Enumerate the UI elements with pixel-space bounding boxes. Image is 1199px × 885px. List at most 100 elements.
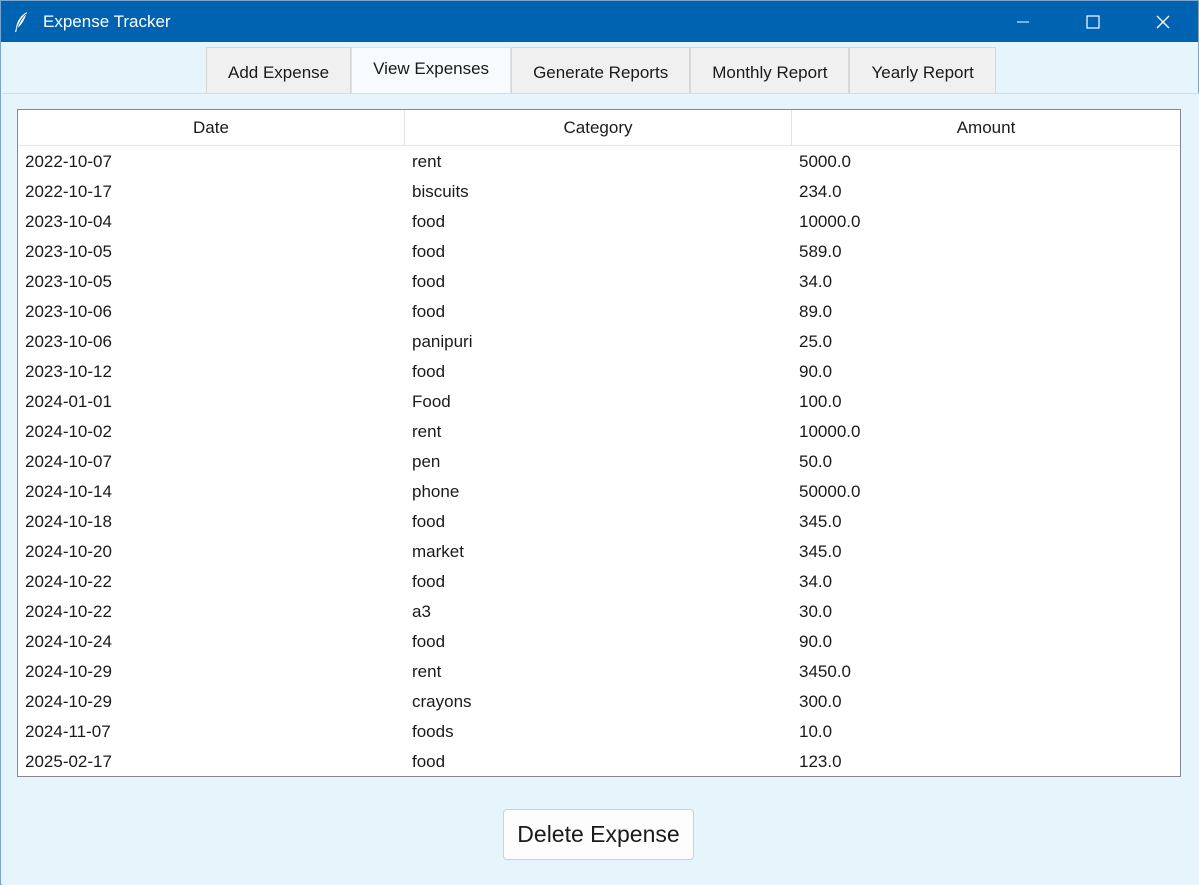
cell-category: market — [412, 542, 464, 561]
cell-amount: 589.0 — [799, 242, 842, 261]
window-title: Expense Tracker — [43, 11, 171, 31]
cell-date: 2024-10-24 — [25, 632, 112, 651]
cell-date: 2023-10-06 — [25, 332, 112, 351]
cell-amount: 100.0 — [799, 392, 842, 411]
table-body: 2022-10-07 rent 5000.0 2022-10-17 biscuits 23… — [18, 146, 1180, 776]
table-row[interactable]: 2022-10-17 biscuits 234.0 — [18, 177, 1180, 207]
cell-date: 2024-10-29 — [25, 692, 112, 711]
cell-date: 2024-10-18 — [25, 512, 112, 531]
table-row[interactable]: 2023-10-12 food 90.0 — [18, 357, 1180, 387]
cell-category: food — [412, 572, 446, 591]
cell-date: 2023-10-12 — [25, 362, 112, 381]
cell-amount: 234.0 — [799, 182, 842, 201]
table-row[interactable]: 2022-10-07 rent 5000.0 — [18, 147, 1180, 177]
cell-amount: 300.0 — [799, 692, 842, 711]
cell-category: rent — [412, 422, 442, 441]
cell-amount: 10000.0 — [799, 212, 861, 231]
table-row[interactable]: 2023-10-05 food 34.0 — [18, 267, 1180, 297]
cell-category: food — [412, 632, 446, 651]
column-header-category[interactable]: Category — [405, 110, 792, 146]
cell-date: 2025-02-17 — [25, 752, 112, 771]
cell-category: a3 — [412, 602, 431, 621]
cell-category: food — [412, 302, 446, 321]
minimize-button[interactable] — [988, 1, 1058, 42]
table-row[interactable]: 2024-10-18 food 345.0 — [18, 507, 1180, 537]
tab-monthly-report[interactable]: Monthly Report — [690, 47, 850, 93]
cell-category: crayons — [412, 692, 472, 711]
cell-amount: 90.0 — [799, 362, 833, 381]
table-row[interactable]: 2023-10-06 panipuri 25.0 — [18, 327, 1180, 357]
table-row[interactable]: 2024-01-01 Food 100.0 — [18, 387, 1180, 417]
cell-date: 2023-10-04 — [25, 212, 112, 231]
cell-amount: 123.0 — [799, 752, 842, 771]
table-row[interactable]: 2024-10-20 market 345.0 — [18, 537, 1180, 567]
table-row[interactable]: 2024-10-29 crayons 300.0 — [18, 687, 1180, 717]
cell-amount: 10.0 — [799, 722, 833, 741]
cell-date: 2024-10-02 — [25, 422, 112, 441]
cell-date: 2024-10-22 — [25, 572, 112, 591]
table-row[interactable]: 2024-10-07 pen 50.0 — [18, 447, 1180, 477]
table-header: Date Category Amount — [18, 110, 1180, 146]
cell-amount: 345.0 — [799, 512, 842, 531]
maximize-icon — [1086, 14, 1100, 29]
cell-amount: 3450.0 — [799, 662, 851, 681]
column-header-amount[interactable]: Amount — [792, 110, 1180, 146]
tab-bar: Add Expense View Expenses Generate Repor… — [206, 47, 996, 93]
close-button[interactable] — [1128, 1, 1198, 42]
feather-icon — [1, 1, 41, 42]
cell-amount: 345.0 — [799, 542, 842, 561]
cell-date: 2022-10-07 — [25, 152, 112, 171]
cell-category: biscuits — [412, 182, 469, 201]
cell-amount: 34.0 — [799, 572, 833, 591]
close-icon — [1156, 15, 1170, 28]
tab-yearly-report[interactable]: Yearly Report — [849, 47, 996, 93]
column-header-date[interactable]: Date — [18, 110, 405, 146]
minimize-icon — [1017, 21, 1029, 22]
maximize-button[interactable] — [1058, 1, 1128, 42]
cell-category: food — [412, 212, 446, 231]
cell-amount: 10000.0 — [799, 422, 861, 441]
delete-expense-button[interactable]: Delete Expense — [503, 809, 694, 860]
cell-category: food — [412, 752, 446, 771]
cell-amount: 25.0 — [799, 332, 833, 351]
cell-date: 2024-10-20 — [25, 542, 112, 561]
table-row[interactable]: 2023-10-05 food 589.0 — [18, 237, 1180, 267]
cell-date: 2024-10-22 — [25, 602, 112, 621]
table-row[interactable]: 2024-10-02 rent 10000.0 — [18, 417, 1180, 447]
cell-date: 2023-10-05 — [25, 272, 112, 291]
tab-view-expenses[interactable]: View Expenses — [351, 47, 512, 93]
cell-date: 2024-10-14 — [25, 482, 112, 501]
cell-category: food — [412, 272, 446, 291]
cell-amount: 50000.0 — [799, 482, 861, 501]
title-bar[interactable]: Expense Tracker — [1, 1, 1198, 42]
cell-amount: 30.0 — [799, 602, 833, 621]
cell-amount: 90.0 — [799, 632, 833, 651]
app-window: Expense Tracker Add Expense View Expense… — [0, 0, 1199, 885]
table-row[interactable]: 2024-10-29 rent 3450.0 — [18, 657, 1180, 687]
cell-date: 2024-11-07 — [25, 722, 111, 741]
table-row[interactable]: 2024-10-24 food 90.0 — [18, 627, 1180, 657]
table-row[interactable]: 2024-10-22 food 34.0 — [18, 567, 1180, 597]
cell-category: rent — [412, 662, 442, 681]
cell-amount: 89.0 — [799, 302, 833, 321]
cell-category: pen — [412, 452, 441, 471]
table-row[interactable]: 2024-10-22 a3 30.0 — [18, 597, 1180, 627]
expenses-table[interactable]: Date Category Amount 2022-10-07 rent 5000.… — [17, 109, 1181, 777]
cell-category: food — [412, 512, 446, 531]
cell-date: 2022-10-17 — [25, 182, 112, 201]
table-row[interactable]: 2023-10-06 food 89.0 — [18, 297, 1180, 327]
tab-add-expense[interactable]: Add Expense — [206, 47, 352, 93]
cell-date: 2024-10-29 — [25, 662, 112, 681]
cell-date: 2024-01-01 — [25, 392, 112, 411]
tab-generate-reports[interactable]: Generate Reports — [511, 47, 691, 93]
table-row[interactable]: 2023-10-04 food 10000.0 — [18, 207, 1180, 237]
table-row[interactable]: 2024-10-14 phone 50000.0 — [18, 477, 1180, 507]
table-row[interactable]: 2024-11-07 foods 10.0 — [18, 717, 1180, 747]
table-row[interactable]: 2025-02-17 food 123.0 — [18, 747, 1180, 776]
cell-category: Food — [412, 392, 451, 411]
cell-category: food — [412, 242, 446, 261]
cell-date: 2023-10-06 — [25, 302, 112, 321]
cell-category: rent — [412, 152, 442, 171]
cell-category: food — [412, 362, 446, 381]
cell-category: phone — [412, 482, 460, 501]
